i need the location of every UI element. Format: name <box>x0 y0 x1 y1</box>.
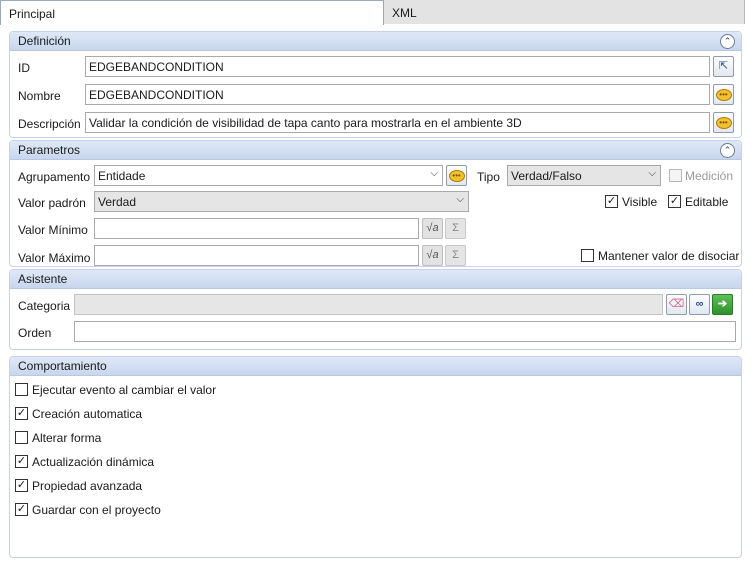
chevron-down-icon: ⌵ <box>648 168 656 179</box>
eraser-icon: ⌫ <box>668 298 685 310</box>
valor-minimo-sum-button[interactable]: Σ <box>445 218 466 239</box>
parametros-header[interactable]: Parametros ⌃ <box>10 141 741 160</box>
comportamiento-header[interactable]: Comportamiento <box>10 357 741 376</box>
medicion-checkbox[interactable] <box>669 169 682 182</box>
comportamiento-panel: Comportamiento Ejecutar evento al cambia… <box>9 356 742 558</box>
tipo-select[interactable]: Verdad/Falso ⌵ <box>507 165 661 186</box>
tab-xml[interactable]: XML <box>384 0 745 24</box>
formula-icon: √a <box>426 249 439 261</box>
agrupamento-value: Entidade <box>98 169 146 183</box>
asistente-title: Asistente <box>18 272 68 286</box>
valor-padron-value: Verdad <box>98 195 137 209</box>
valor-minimo-formula-button[interactable]: √a <box>422 218 443 239</box>
comportamiento-title: Comportamiento <box>18 359 107 373</box>
sigma-icon: Σ <box>452 222 459 234</box>
collapse-parametros-icon[interactable]: ⌃ <box>720 143 735 158</box>
actualizacion-dinamica-label: Actualización dinámica <box>32 455 155 469</box>
categoria-field[interactable] <box>74 294 663 315</box>
creacion-automatica-label: Creación automatica <box>32 407 143 421</box>
definicion-title: Definición <box>18 34 71 48</box>
creacion-automatica-checkbox[interactable]: ✓ <box>15 407 28 420</box>
visible-label: Visible <box>622 195 658 209</box>
actualizacion-dinamica-checkbox[interactable]: ✓ <box>15 455 28 468</box>
nombre-label: Nombre <box>18 89 61 103</box>
ejecutar-evento-checkbox[interactable] <box>15 383 28 396</box>
categoria-clear-button[interactable]: ⌫ <box>666 294 687 315</box>
binoculars-icon: ∞ <box>695 298 704 310</box>
valor-minimo-label: Valor Mínimo <box>18 223 88 237</box>
alterar-forma-checkbox[interactable] <box>15 431 28 444</box>
definicion-header[interactable]: Definición ⌃ <box>10 32 741 51</box>
definicion-panel: Definición ⌃ ID EDGEBANDCONDITION ⇱ Nomb… <box>9 31 742 138</box>
cursor-icon: ⇱ <box>718 60 729 72</box>
sigma-icon: Σ <box>452 249 459 261</box>
id-field[interactable]: EDGEBANDCONDITION <box>85 56 710 77</box>
tipo-value: Verdad/Falso <box>511 169 582 183</box>
visible-checkbox[interactable]: ✓ <box>605 195 618 208</box>
asistente-header[interactable]: Asistente <box>10 270 741 289</box>
alterar-forma-label: Alterar forma <box>32 431 102 445</box>
mantener-label: Mantener valor de disociar <box>598 249 740 263</box>
categoria-search-button[interactable]: ∞ <box>689 294 710 315</box>
medicion-label: Medición <box>685 169 734 183</box>
collapse-definicion-icon[interactable]: ⌃ <box>720 34 735 49</box>
nombre-translate-button[interactable]: ••• <box>713 84 734 105</box>
asistente-panel: Asistente Categoria ⌫ ∞ ➔ Orden <box>9 269 742 350</box>
parametros-title: Parametros <box>18 143 81 157</box>
speech-bubble-icon: ••• <box>715 89 732 101</box>
categoria-label: Categoria <box>18 299 71 313</box>
tab-bar: Principal XML <box>0 0 745 25</box>
mantener-checkbox[interactable] <box>581 249 594 262</box>
valor-padron-select[interactable]: Verdad ⌵ <box>94 191 469 212</box>
propiedad-avanzada-checkbox[interactable]: ✓ <box>15 479 28 492</box>
speech-bubble-icon: ••• <box>448 170 465 182</box>
descripcion-field[interactable]: Validar la condición de visibilidad de t… <box>85 112 710 133</box>
valor-maximo-field[interactable] <box>94 245 419 266</box>
agrupamento-select[interactable]: Entidade ⌵ <box>94 165 443 186</box>
id-picker-button[interactable]: ⇱ <box>713 56 734 77</box>
tab-principal[interactable]: Principal <box>0 0 384 25</box>
guardar-proyecto-checkbox[interactable]: ✓ <box>15 503 28 516</box>
tipo-label: Tipo <box>477 170 500 184</box>
valor-padron-label: Valor padrón <box>18 196 86 210</box>
valor-minimo-field[interactable] <box>94 218 419 239</box>
chevron-down-icon: ⌵ <box>430 168 438 179</box>
orden-field[interactable] <box>74 321 736 342</box>
propiedad-avanzada-label: Propiedad avanzada <box>32 479 143 493</box>
editable-label: Editable <box>685 195 729 209</box>
agrupamento-translate-button[interactable]: ••• <box>446 165 467 186</box>
descripcion-translate-button[interactable]: ••• <box>713 112 734 133</box>
descripcion-label: Descripción <box>18 117 81 131</box>
nombre-field[interactable]: EDGEBANDCONDITION <box>85 84 710 105</box>
arrow-right-icon: ➔ <box>717 298 728 310</box>
ejecutar-evento-label: Ejecutar evento al cambiar el valor <box>32 383 217 397</box>
parametros-panel: Parametros ⌃ Agrupamento Entidade ⌵ ••• … <box>9 140 742 267</box>
speech-bubble-icon: ••• <box>715 117 732 129</box>
valor-maximo-sum-button[interactable]: Σ <box>445 245 466 266</box>
chevron-down-icon: ⌵ <box>456 194 464 205</box>
editable-checkbox[interactable]: ✓ <box>668 195 681 208</box>
valor-maximo-label: Valor Máximo <box>18 251 91 265</box>
formula-icon: √a <box>426 222 439 234</box>
categoria-go-button[interactable]: ➔ <box>712 294 733 315</box>
agrupamento-label: Agrupamento <box>18 170 91 184</box>
guardar-proyecto-label: Guardar con el proyecto <box>32 503 161 517</box>
valor-maximo-formula-button[interactable]: √a <box>422 245 443 266</box>
id-label: ID <box>18 61 30 75</box>
orden-label: Orden <box>18 326 52 340</box>
